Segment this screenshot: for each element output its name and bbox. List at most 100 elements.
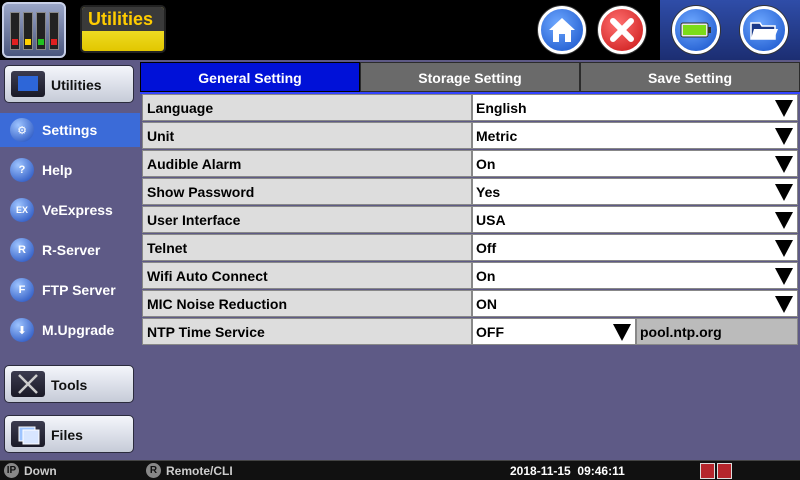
alarm-icon: [717, 463, 732, 479]
home-button[interactable]: [538, 6, 586, 54]
dropdown-arrow-icon: [613, 324, 631, 341]
tab-bar: General Setting Storage Setting Save Set…: [140, 62, 800, 92]
sidebar-item-ftp-server[interactable]: F FTP Server: [0, 273, 140, 307]
dropdown-arrow-icon: [775, 240, 793, 257]
audible-alarm-dropdown[interactable]: On: [472, 150, 798, 177]
setting-label: Unit: [142, 122, 472, 149]
folder-icon: [750, 22, 778, 40]
setting-row-language: Language English: [142, 94, 798, 122]
setting-row-audible-alarm: Audible Alarm On: [142, 150, 798, 178]
setting-row-unit: Unit Metric: [142, 122, 798, 150]
show-password-dropdown[interactable]: Yes: [472, 178, 798, 205]
sidebar-header-label: Tools: [51, 377, 88, 393]
sidebar-item-settings[interactable]: ⚙ Settings: [0, 113, 140, 147]
close-icon: [610, 18, 634, 42]
ftp-server-icon: F: [10, 278, 34, 302]
sidebar-header-label: Utilities: [51, 77, 102, 93]
sidebar-header-files[interactable]: Files: [4, 415, 134, 453]
app-title: Utilities: [80, 5, 166, 53]
veexpress-icon: EX: [10, 198, 34, 222]
alarm-indicators: [700, 463, 736, 479]
setting-value: Yes: [476, 184, 501, 200]
tab-general-setting[interactable]: General Setting: [140, 62, 360, 92]
dropdown-arrow-icon: [775, 296, 793, 313]
setting-row-telnet: Telnet Off: [142, 234, 798, 262]
setting-label: User Interface: [142, 206, 472, 233]
dropdown-arrow-icon: [775, 156, 793, 173]
main-panel: General Setting Storage Setting Save Set…: [140, 60, 800, 460]
language-dropdown[interactable]: English: [472, 94, 798, 121]
mic-noise-reduction-dropdown[interactable]: ON: [472, 290, 798, 317]
monitor-icon: [11, 71, 45, 97]
ip-state: Down: [24, 464, 57, 478]
setting-value: ON: [476, 296, 497, 312]
setting-value: USA: [476, 212, 506, 228]
ntp-server-field[interactable]: pool.ntp.org: [636, 318, 798, 345]
top-bar: Utilities: [0, 0, 800, 60]
remote-icon: R: [146, 463, 161, 479]
status-bar: IP Down R Remote/CLI 2018-11-15 09:46:11: [0, 460, 800, 480]
alarm-icon: [700, 463, 715, 479]
setting-label: Telnet: [142, 234, 472, 261]
setting-label: MIC Noise Reduction: [142, 290, 472, 317]
sidebar-header-utilities[interactable]: Utilities: [4, 65, 134, 103]
setting-value: English: [476, 100, 527, 116]
sidebar-item-label: VeExpress: [42, 202, 113, 218]
dropdown-arrow-icon: [775, 128, 793, 145]
battery-button[interactable]: [672, 6, 720, 54]
home-icon: [549, 18, 575, 42]
sidebar-item-r-server[interactable]: R R-Server: [0, 233, 140, 267]
status-remote: R Remote/CLI: [146, 461, 233, 480]
ntp-time-service-dropdown[interactable]: OFF: [472, 318, 636, 345]
tools-icon: [11, 371, 45, 397]
wifi-auto-connect-dropdown[interactable]: On: [472, 262, 798, 289]
setting-value: Off: [476, 240, 497, 256]
setting-value: On: [476, 268, 496, 284]
setting-value: OFF: [476, 324, 504, 340]
ip-icon: IP: [4, 463, 19, 479]
close-button[interactable]: [598, 6, 646, 54]
remote-label: Remote/CLI: [166, 464, 233, 478]
folder-button[interactable]: [740, 6, 788, 54]
sidebar-item-label: Help: [42, 162, 73, 178]
upgrade-icon: ⬇: [10, 318, 34, 342]
status-datetime: 2018-11-15 09:46:11: [510, 464, 625, 478]
folder-stack-icon: [18, 426, 40, 445]
instrument-logo-icon[interactable]: [2, 2, 66, 58]
user-interface-dropdown[interactable]: USA: [472, 206, 798, 233]
tab-storage-setting[interactable]: Storage Setting: [360, 62, 580, 92]
sidebar-item-label: R-Server: [42, 242, 101, 258]
telnet-dropdown[interactable]: Off: [472, 234, 798, 261]
wrench-icon: [18, 374, 38, 394]
r-server-icon: R: [10, 238, 34, 262]
sidebar-item-help[interactable]: ? Help: [0, 153, 140, 187]
sidebar-header-label: Files: [51, 427, 83, 443]
sidebar: Utilities ⚙ Settings ? Help EX VeExpress…: [0, 60, 140, 460]
dropdown-arrow-icon: [775, 100, 793, 117]
setting-label: Language: [142, 94, 472, 121]
setting-value: On: [476, 156, 496, 172]
tab-save-setting[interactable]: Save Setting: [580, 62, 800, 92]
help-icon: ?: [10, 158, 34, 182]
settings-table: Language English Unit Metric Audible Ala…: [142, 94, 798, 346]
sidebar-header-tools[interactable]: Tools: [4, 365, 134, 403]
sidebar-item-veexpress[interactable]: EX VeExpress: [0, 193, 140, 227]
sidebar-item-label: Settings: [42, 122, 98, 138]
sidebar-item-m-upgrade[interactable]: ⬇ M.Upgrade: [0, 313, 140, 347]
setting-row-user-interface: User Interface USA: [142, 206, 798, 234]
setting-label: NTP Time Service: [142, 318, 472, 345]
unit-dropdown[interactable]: Metric: [472, 122, 798, 149]
setting-row-ntp-time-service: NTP Time Service OFF pool.ntp.org: [142, 318, 798, 346]
setting-row-show-password: Show Password Yes: [142, 178, 798, 206]
files-icon: [11, 421, 45, 447]
setting-row-wifi-auto-connect: Wifi Auto Connect On: [142, 262, 798, 290]
status-ip: IP Down: [4, 461, 57, 480]
sidebar-item-label: FTP Server: [42, 282, 116, 298]
setting-value: Metric: [476, 128, 518, 144]
dropdown-arrow-icon: [775, 184, 793, 201]
battery-icon: [680, 22, 711, 38]
setting-label: Wifi Auto Connect: [142, 262, 472, 289]
setting-label: Audible Alarm: [142, 150, 472, 177]
app-title-text: Utilities: [82, 7, 164, 31]
sidebar-item-label: M.Upgrade: [42, 322, 115, 338]
